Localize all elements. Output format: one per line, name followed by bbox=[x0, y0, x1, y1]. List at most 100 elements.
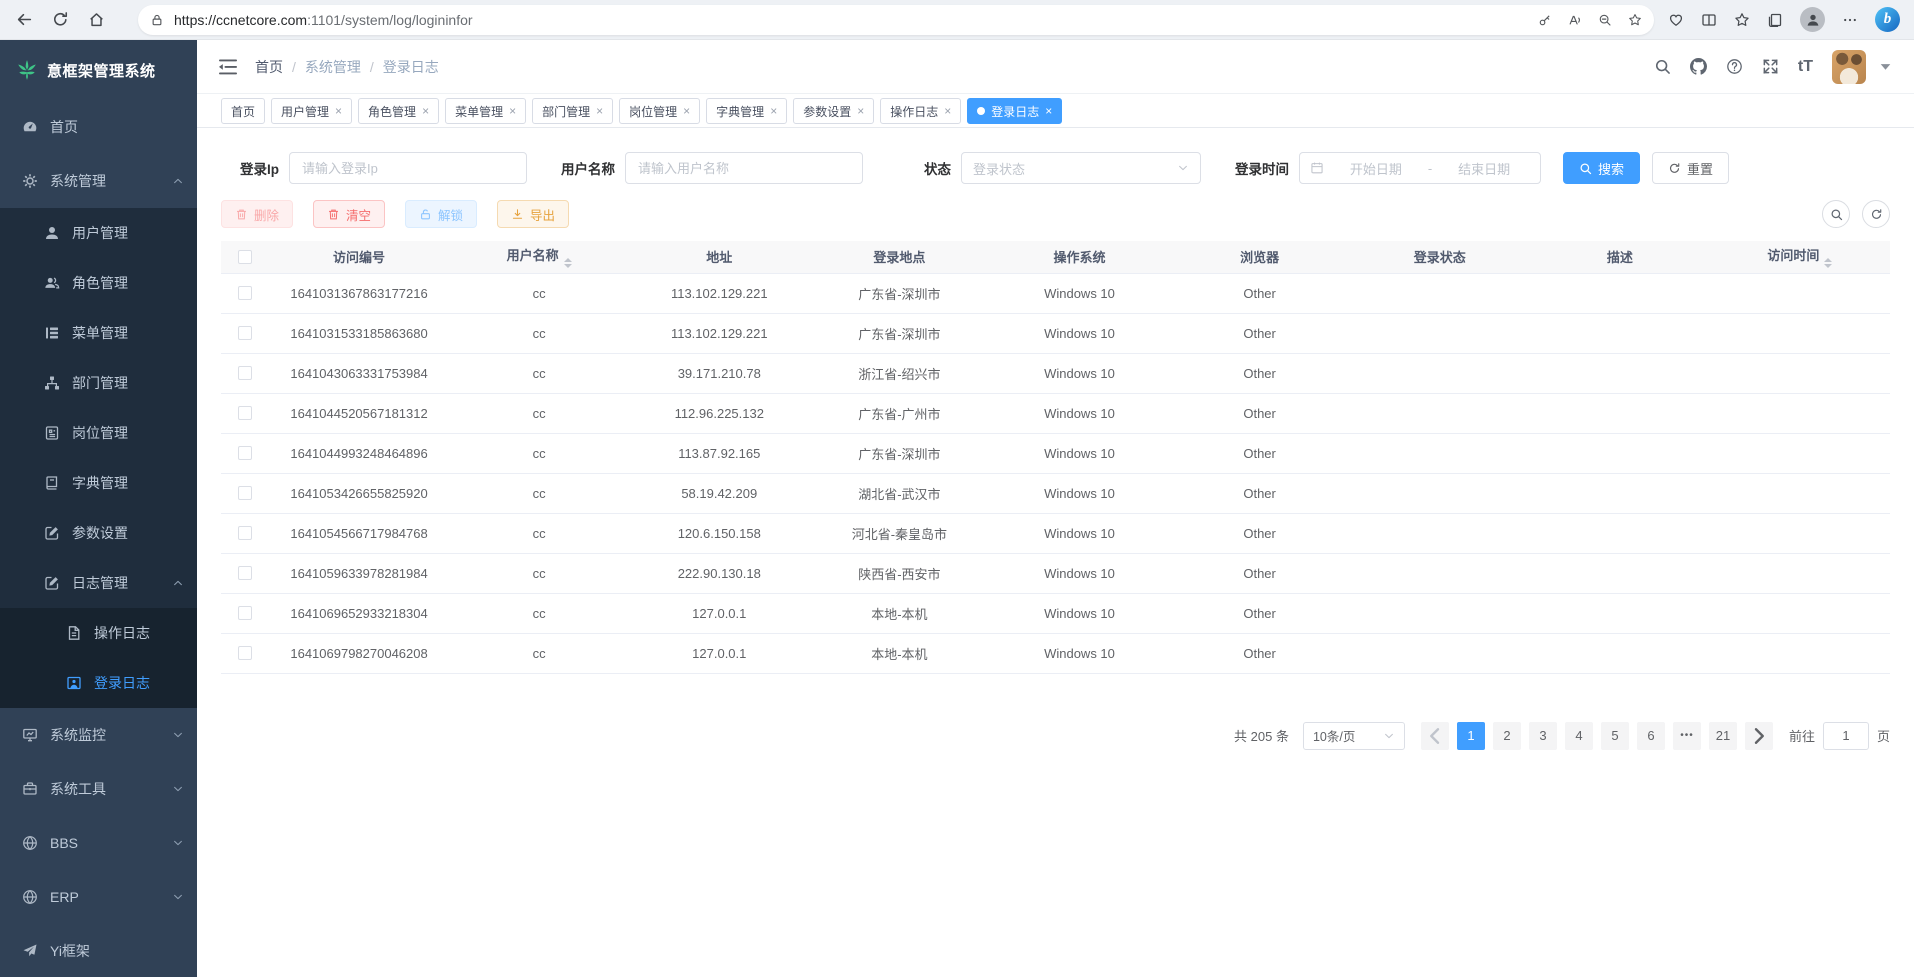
tab-op-log[interactable]: 操作日志× bbox=[880, 98, 961, 124]
collapse-sidebar-icon[interactable] bbox=[219, 58, 237, 76]
refresh-icon bbox=[1668, 162, 1681, 175]
close-tab-icon[interactable]: × bbox=[944, 104, 951, 118]
row-checkbox[interactable] bbox=[238, 366, 252, 380]
user-avatar[interactable] bbox=[1832, 50, 1866, 84]
sidebar-item-system-tools[interactable]: 系统工具 bbox=[0, 762, 197, 816]
row-checkbox[interactable] bbox=[238, 566, 252, 580]
breadcrumb-item[interactable]: 首页 bbox=[255, 57, 283, 77]
status-select[interactable]: 登录状态 bbox=[961, 152, 1201, 184]
split-screen-icon[interactable] bbox=[1701, 12, 1717, 28]
tab-dept-mgmt[interactable]: 部门管理× bbox=[532, 98, 613, 124]
tab-role-mgmt[interactable]: 角色管理× bbox=[358, 98, 439, 124]
page-size-select[interactable]: 10条/页 bbox=[1303, 722, 1405, 750]
export-button[interactable]: 导出 bbox=[497, 200, 569, 228]
row-checkbox[interactable] bbox=[238, 446, 252, 460]
bing-copilot-icon[interactable]: b bbox=[1875, 7, 1900, 32]
cell-login-location: 广东省-深圳市 bbox=[809, 273, 989, 313]
browser-essentials-icon[interactable] bbox=[1668, 12, 1684, 28]
page-button-5[interactable]: 5 bbox=[1601, 722, 1629, 750]
sidebar-item-menu-mgmt[interactable]: 菜单管理 bbox=[0, 308, 197, 358]
browser-reload-icon[interactable] bbox=[52, 11, 69, 28]
zoom-out-icon[interactable] bbox=[1598, 13, 1612, 27]
close-tab-icon[interactable]: × bbox=[770, 104, 777, 118]
sidebar-item-log-mgmt[interactable]: 日志管理 bbox=[0, 558, 197, 608]
avatar-caret-down-icon[interactable] bbox=[1877, 58, 1894, 75]
page-button-2[interactable]: 2 bbox=[1493, 722, 1521, 750]
select-all-checkbox[interactable] bbox=[238, 250, 252, 264]
browser-profile-avatar[interactable] bbox=[1800, 7, 1825, 32]
prev-page-button[interactable] bbox=[1421, 722, 1449, 750]
refresh-table-button[interactable] bbox=[1862, 200, 1890, 228]
sidebar-item-bbs[interactable]: BBS bbox=[0, 816, 197, 870]
tab-post-mgmt[interactable]: 岗位管理× bbox=[619, 98, 700, 124]
favorites-icon[interactable] bbox=[1734, 12, 1750, 28]
collections-icon[interactable] bbox=[1767, 12, 1783, 28]
row-checkbox[interactable] bbox=[238, 286, 252, 300]
sidebar-item-system-monitor[interactable]: 系统监控 bbox=[0, 708, 197, 762]
sidebar-item-role-mgmt[interactable]: 角色管理 bbox=[0, 258, 197, 308]
add-favorite-star-icon[interactable] bbox=[1628, 13, 1642, 27]
login-ip-input[interactable] bbox=[289, 152, 527, 184]
tab-user-mgmt[interactable]: 用户管理× bbox=[271, 98, 352, 124]
column-header-user-name[interactable]: 用户名称 bbox=[449, 241, 629, 273]
page-button-21[interactable]: 21 bbox=[1709, 722, 1737, 750]
search-button[interactable]: 搜索 bbox=[1563, 152, 1640, 184]
address-bar[interactable]: https://ccnetcore.com:1101/system/log/lo… bbox=[138, 5, 1654, 35]
page-button-1[interactable]: 1 bbox=[1457, 722, 1485, 750]
sidebar-item-yi-framework[interactable]: Yi框架 bbox=[0, 924, 197, 977]
tab-dict-mgmt[interactable]: 字典管理× bbox=[706, 98, 787, 124]
header-search-icon[interactable] bbox=[1654, 58, 1671, 75]
row-checkbox[interactable] bbox=[238, 406, 252, 420]
sidebar-item-dict-mgmt[interactable]: 字典管理 bbox=[0, 458, 197, 508]
close-tab-icon[interactable]: × bbox=[422, 104, 429, 118]
browser-home-icon[interactable] bbox=[88, 11, 105, 28]
delete-button[interactable]: 删除 bbox=[221, 200, 293, 228]
tab-home[interactable]: 首页 bbox=[221, 98, 265, 124]
sidebar-item-home[interactable]: 首页 bbox=[0, 100, 197, 154]
sidebar-item-login-log[interactable]: 登录日志 bbox=[0, 658, 197, 708]
clear-button[interactable]: 清空 bbox=[313, 200, 385, 228]
row-checkbox[interactable] bbox=[238, 526, 252, 540]
reset-button[interactable]: 重置 bbox=[1652, 152, 1729, 184]
close-tab-icon[interactable]: × bbox=[596, 104, 603, 118]
row-checkbox[interactable] bbox=[238, 486, 252, 500]
sidebar-item-user-mgmt[interactable]: 用户管理 bbox=[0, 208, 197, 258]
help-icon[interactable] bbox=[1726, 58, 1743, 75]
font-size-icon[interactable]: tT bbox=[1798, 58, 1813, 76]
read-aloud-icon[interactable] bbox=[1568, 13, 1582, 27]
toggle-search-button[interactable] bbox=[1822, 200, 1850, 228]
unlock-button[interactable]: 解锁 bbox=[405, 200, 477, 228]
github-icon[interactable] bbox=[1690, 58, 1707, 75]
close-tab-icon[interactable]: × bbox=[335, 104, 342, 118]
more-pages-button[interactable]: ••• bbox=[1673, 722, 1701, 750]
fullscreen-icon[interactable] bbox=[1762, 58, 1779, 75]
row-checkbox[interactable] bbox=[238, 326, 252, 340]
browser-back-icon[interactable] bbox=[16, 11, 33, 28]
close-tab-icon[interactable]: × bbox=[683, 104, 690, 118]
page-button-3[interactable]: 3 bbox=[1529, 722, 1557, 750]
page-button-4[interactable]: 4 bbox=[1565, 722, 1593, 750]
login-time-range-picker[interactable]: 开始日期 - 结束日期 bbox=[1299, 152, 1541, 184]
tab-menu-mgmt[interactable]: 菜单管理× bbox=[445, 98, 526, 124]
row-checkbox[interactable] bbox=[238, 606, 252, 620]
next-page-button[interactable] bbox=[1745, 722, 1773, 750]
close-tab-icon[interactable]: × bbox=[857, 104, 864, 118]
breadcrumb-item[interactable]: 系统管理 bbox=[305, 57, 361, 77]
sidebar-item-dept-mgmt[interactable]: 部门管理 bbox=[0, 358, 197, 408]
password-key-icon[interactable] bbox=[1538, 13, 1552, 27]
sidebar-item-system-mgmt[interactable]: 系统管理 bbox=[0, 154, 197, 208]
jumper-input[interactable] bbox=[1823, 722, 1869, 750]
sidebar-item-op-log[interactable]: 操作日志 bbox=[0, 608, 197, 658]
sidebar-item-erp[interactable]: ERP bbox=[0, 870, 197, 924]
sidebar-item-param-settings[interactable]: 参数设置 bbox=[0, 508, 197, 558]
row-checkbox[interactable] bbox=[238, 646, 252, 660]
tab-param-settings[interactable]: 参数设置× bbox=[793, 98, 874, 124]
page-button-6[interactable]: 6 bbox=[1637, 722, 1665, 750]
close-tab-icon[interactable]: × bbox=[509, 104, 516, 118]
tab-login-log[interactable]: 登录日志× bbox=[967, 98, 1062, 124]
user-name-input[interactable] bbox=[625, 152, 863, 184]
column-header-visit-time[interactable]: 访问时间 bbox=[1710, 241, 1890, 273]
sidebar-item-post-mgmt[interactable]: 岗位管理 bbox=[0, 408, 197, 458]
browser-menu-icon[interactable] bbox=[1842, 12, 1858, 28]
close-tab-icon[interactable]: × bbox=[1045, 104, 1052, 118]
